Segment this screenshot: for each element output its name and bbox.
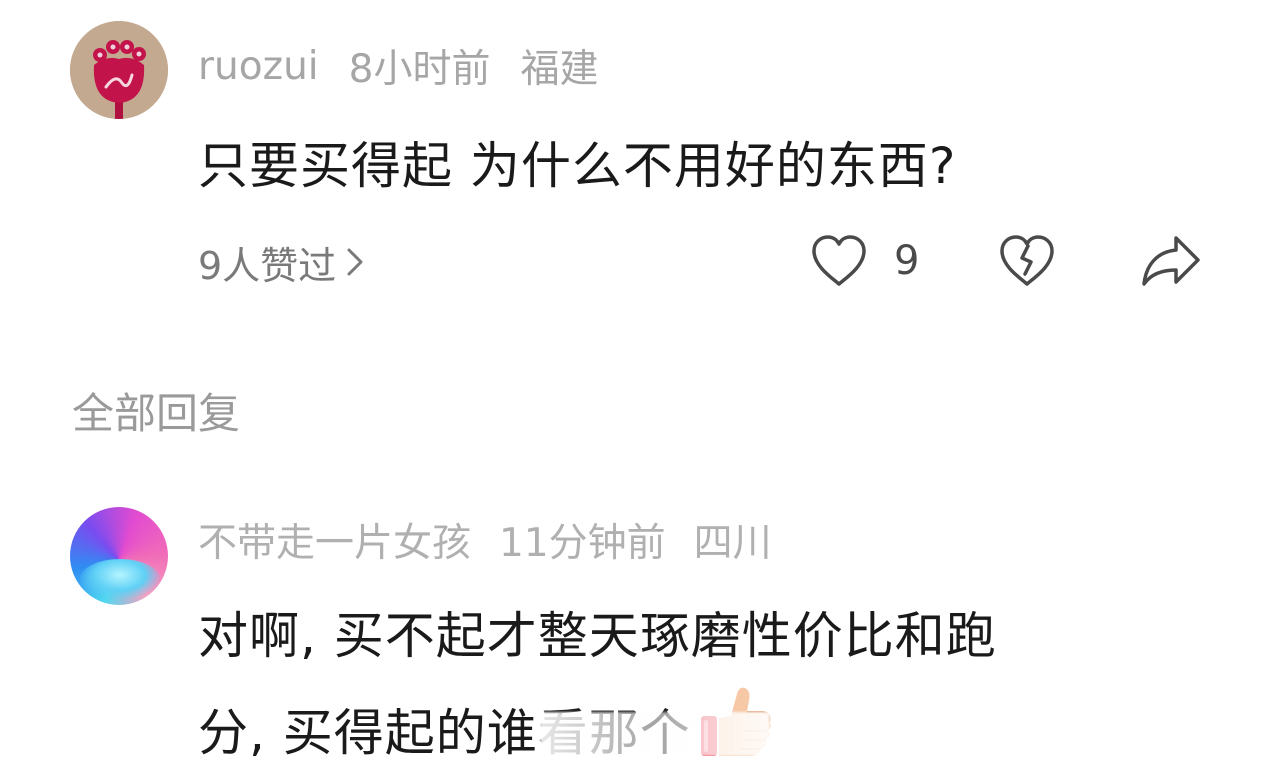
replies-header: 全部回复 — [72, 389, 241, 438]
reply-location: 四川 — [693, 521, 772, 566]
reply-meta: 不带走一片女孩 11分钟前 四川 — [198, 512, 772, 568]
comment-detail-page: ruozui 8小时前 福建 只要买得起 为什么不用好的东西? 9人赞过 9 全… — [0, 0, 1272, 768]
reply-text-line-1: 对啊, 买不起才整天琢磨性价比和跑 — [198, 607, 997, 665]
share-arrow-icon — [1142, 236, 1200, 286]
share-button[interactable] — [1140, 232, 1202, 290]
comment-text: 只要买得起 为什么不用好的东西? — [198, 137, 957, 195]
username[interactable]: ruozui — [198, 44, 319, 89]
like-count: 9 — [894, 238, 920, 284]
timestamp: 8小时前 — [348, 47, 491, 92]
location: 福建 — [520, 47, 599, 92]
flower-avatar-icon — [70, 21, 168, 119]
avatar-gradient-icon — [80, 559, 160, 599]
comment-meta: ruozui 8小时前 福建 — [198, 38, 598, 94]
watermark-blur — [540, 712, 770, 756]
reply-username[interactable]: 不带走一片女孩 — [198, 512, 471, 568]
chevron-right-icon — [347, 248, 363, 276]
likers-link[interactable]: 9人赞过 — [198, 234, 364, 290]
broken-heart-icon — [1000, 235, 1054, 286]
likers-label: 9人赞过 — [198, 243, 337, 288]
avatar[interactable] — [70, 21, 168, 119]
like-button[interactable]: 9 — [810, 232, 919, 290]
heart-outline-icon — [812, 235, 866, 286]
reply-timestamp: 11分钟前 — [499, 521, 666, 566]
dislike-button[interactable] — [998, 232, 1056, 290]
reply-avatar[interactable] — [70, 507, 168, 605]
